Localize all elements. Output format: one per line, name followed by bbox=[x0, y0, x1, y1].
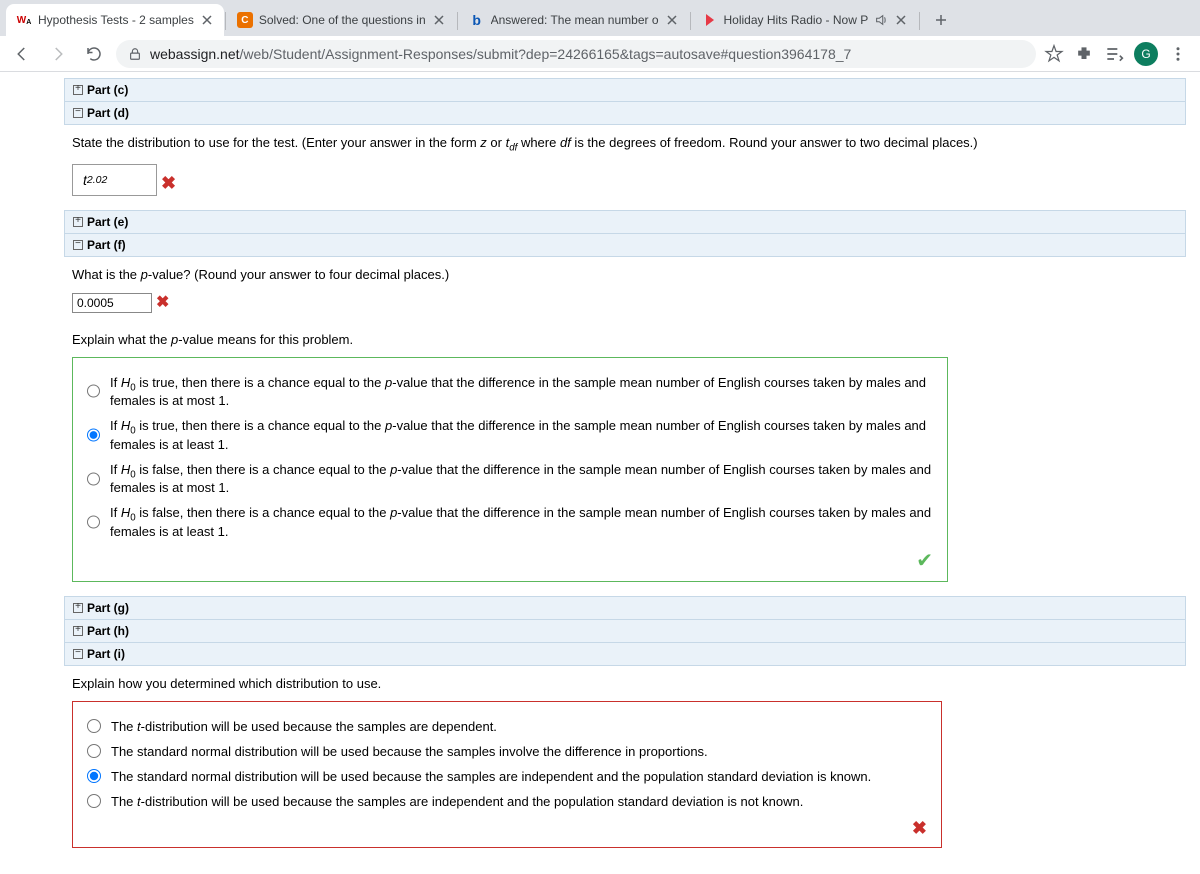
expand-icon: + bbox=[73, 626, 83, 636]
dist-prompt: Explain how you determined which distrib… bbox=[72, 676, 1178, 691]
part-label: Part (e) bbox=[87, 215, 128, 229]
favicon-webassign: WA bbox=[16, 12, 32, 28]
close-icon[interactable] bbox=[200, 13, 214, 27]
expand-icon: + bbox=[73, 85, 83, 95]
correct-mark-icon: ✔ bbox=[916, 550, 933, 572]
tab-title: Holiday Hits Radio - Now P bbox=[724, 13, 869, 27]
close-icon[interactable] bbox=[665, 13, 679, 27]
tab-webassign[interactable]: WA Hypothesis Tests - 2 samples bbox=[6, 4, 224, 36]
expand-icon: + bbox=[73, 603, 83, 613]
tab-title: Hypothesis Tests - 2 samples bbox=[38, 13, 194, 27]
profile-avatar[interactable]: G bbox=[1134, 42, 1158, 66]
pvalue-prompt: What is the p-value? (Round your answer … bbox=[72, 267, 1178, 282]
favicon-bartleby: b bbox=[469, 12, 485, 28]
part-label: Part (c) bbox=[87, 83, 128, 97]
menu-icon[interactable] bbox=[1168, 44, 1188, 64]
part-label: Part (g) bbox=[87, 601, 129, 615]
reading-list-icon[interactable] bbox=[1104, 44, 1124, 64]
part-label: Part (d) bbox=[87, 106, 129, 120]
collapse-icon: − bbox=[73, 108, 83, 118]
collapse-icon: − bbox=[73, 649, 83, 659]
part-d-prompt: State the distribution to use for the te… bbox=[72, 135, 1178, 154]
radio-input[interactable] bbox=[87, 769, 101, 783]
tab-title: Solved: One of the questions in bbox=[259, 13, 426, 27]
favicon-chegg: C bbox=[237, 12, 253, 28]
radio-option-1[interactable]: If H0 is true, then there is a chance eq… bbox=[87, 413, 933, 457]
part-e-header[interactable]: + Part (e) bbox=[64, 210, 1186, 234]
pvalue-explain-prompt: Explain what the p-value means for this … bbox=[72, 332, 1178, 347]
browser-tab-strip: WA Hypothesis Tests - 2 samples C Solved… bbox=[0, 0, 1200, 36]
radio-input[interactable] bbox=[87, 515, 100, 529]
radio-option-2[interactable]: The standard normal distribution will be… bbox=[87, 764, 927, 789]
url-path: /web/Student/Assignment-Responses/submit… bbox=[240, 46, 852, 62]
radio-option-3[interactable]: If H0 is false, then there is a chance e… bbox=[87, 500, 933, 544]
page-content: + Part (c) − Part (d) State the distribu… bbox=[0, 72, 1200, 874]
radio-input[interactable] bbox=[87, 744, 101, 758]
radio-input[interactable] bbox=[87, 719, 101, 733]
forward-button[interactable] bbox=[44, 40, 72, 68]
new-tab-button[interactable] bbox=[927, 6, 955, 34]
radio-option-0[interactable]: The t-distribution will be used because … bbox=[87, 714, 927, 739]
tab-bartleby[interactable]: b Answered: The mean number o bbox=[459, 4, 689, 36]
collapse-icon: − bbox=[73, 240, 83, 250]
radio-option-1[interactable]: The standard normal distribution will be… bbox=[87, 739, 927, 764]
tab-chegg[interactable]: C Solved: One of the questions in bbox=[227, 4, 456, 36]
close-icon[interactable] bbox=[432, 13, 446, 27]
part-h-header[interactable]: + Part (h) bbox=[64, 620, 1186, 643]
incorrect-mark-icon: ✖ bbox=[912, 818, 927, 840]
address-bar: webassign.net/web/Student/Assignment-Res… bbox=[0, 36, 1200, 72]
close-icon[interactable] bbox=[894, 13, 908, 27]
incorrect-mark-icon: ✖ bbox=[156, 292, 169, 314]
part-f-header[interactable]: − Part (f) bbox=[64, 234, 1186, 257]
tab-radio[interactable]: Holiday Hits Radio - Now P bbox=[692, 4, 919, 36]
star-icon[interactable] bbox=[1044, 44, 1064, 64]
lock-icon bbox=[128, 47, 142, 61]
radio-input[interactable] bbox=[87, 472, 100, 486]
part-d-header[interactable]: − Part (d) bbox=[64, 102, 1186, 125]
radio-input[interactable] bbox=[87, 794, 101, 808]
speaker-icon[interactable] bbox=[874, 13, 888, 27]
part-label: Part (h) bbox=[87, 624, 129, 638]
omnibox[interactable]: webassign.net/web/Student/Assignment-Res… bbox=[116, 40, 1036, 68]
pvalue-explain-options: If H0 is true, then there is a chance eq… bbox=[72, 357, 948, 582]
radio-option-2[interactable]: If H0 is false, then there is a chance e… bbox=[87, 457, 933, 501]
back-button[interactable] bbox=[8, 40, 36, 68]
part-label: Part (i) bbox=[87, 647, 125, 661]
incorrect-mark-icon: ✖ bbox=[161, 173, 176, 196]
part-label: Part (f) bbox=[87, 238, 126, 252]
part-i-header[interactable]: − Part (i) bbox=[64, 643, 1186, 666]
extensions-icon[interactable] bbox=[1074, 44, 1094, 64]
part-g-header[interactable]: + Part (g) bbox=[64, 596, 1186, 620]
part-c-header[interactable]: + Part (c) bbox=[64, 78, 1186, 102]
dist-options: The t-distribution will be used because … bbox=[72, 701, 942, 848]
radio-input[interactable] bbox=[87, 428, 100, 442]
radio-option-3[interactable]: The t-distribution will be used because … bbox=[87, 789, 927, 814]
tab-title: Answered: The mean number o bbox=[491, 13, 659, 27]
pvalue-input[interactable] bbox=[72, 293, 152, 313]
url-host: webassign.net bbox=[150, 46, 240, 62]
radio-input[interactable] bbox=[87, 384, 100, 398]
expand-icon: + bbox=[73, 217, 83, 227]
distribution-input[interactable]: t2.02 bbox=[72, 164, 157, 196]
radio-option-0[interactable]: If H0 is true, then there is a chance eq… bbox=[87, 370, 933, 414]
favicon-radio bbox=[702, 12, 718, 28]
reload-button[interactable] bbox=[80, 40, 108, 68]
